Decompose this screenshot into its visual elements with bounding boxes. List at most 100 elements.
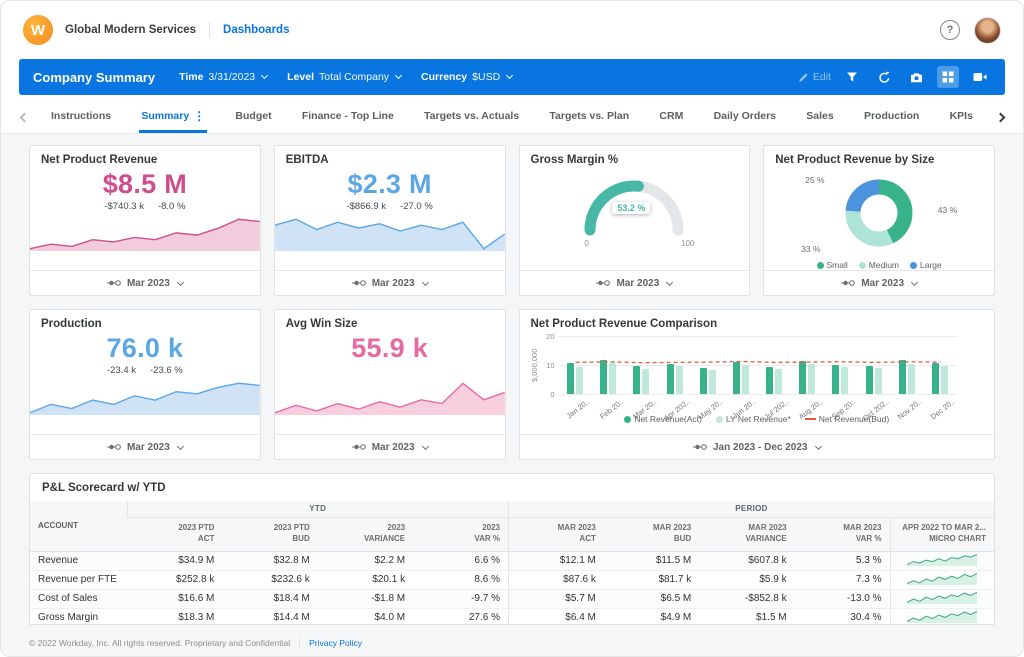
- metric-delta: -$866.9 k -27.0 %: [275, 201, 505, 214]
- value-cell: 6.6 %: [413, 551, 508, 570]
- copyright-text: © 2022 Workday, Inc. All rights reserved…: [29, 638, 290, 648]
- micro-chart-cell: [890, 570, 994, 589]
- refresh-button[interactable]: [873, 66, 895, 88]
- level-filter[interactable]: Level Total Company: [287, 71, 401, 83]
- tabs-scroll-left-button[interactable]: [13, 101, 35, 133]
- card-title: Net Product Revenue: [30, 146, 260, 166]
- period-selector[interactable]: Jan 2023 - Dec 2023: [520, 434, 995, 459]
- tab-targets-vs-plan[interactable]: Targets vs. Plan: [547, 101, 631, 133]
- time-filter[interactable]: Time 3/31/2023: [179, 71, 267, 83]
- snapshot-button[interactable]: [905, 66, 927, 88]
- period-label: Mar 2023: [127, 278, 170, 289]
- tab-targets-vs-actuals[interactable]: Targets vs. Actuals: [422, 101, 521, 133]
- video-camera-icon: [973, 72, 987, 82]
- tab-production[interactable]: Production: [862, 101, 921, 133]
- value-cell: $5.9 k: [699, 570, 794, 589]
- avatar[interactable]: [974, 17, 1001, 44]
- value-cell: $34.9 M: [127, 551, 222, 570]
- y-tick-label: 0: [550, 390, 554, 399]
- tab-budget[interactable]: Budget: [233, 101, 273, 133]
- page-title: Company Summary: [33, 70, 155, 85]
- legend-dot-icon: [624, 416, 631, 423]
- legend-item-small: Small: [817, 260, 848, 270]
- tab-crm[interactable]: CRM: [657, 101, 685, 133]
- tab-label: Targets vs. Actuals: [424, 110, 519, 122]
- period-selector[interactable]: Mar 2023: [30, 270, 260, 295]
- trend-sparkline: [30, 381, 260, 415]
- period-selector[interactable]: Mar 2023: [764, 270, 994, 295]
- account-cell: Revenue: [30, 551, 127, 570]
- grid-view-button[interactable]: [937, 66, 959, 88]
- column-header: MAR 2023VAR %: [795, 517, 890, 551]
- tab-sales[interactable]: Sales: [804, 101, 835, 133]
- dashboard-content: Net Product Revenue $8.5 M -$740.3 k -8.…: [1, 134, 1023, 633]
- value-cell: $14.4 M: [222, 608, 317, 625]
- tab-label: Targets vs. Plan: [549, 110, 629, 122]
- delta-percent: -8.0 %: [158, 201, 185, 214]
- help-icon[interactable]: ?: [940, 20, 960, 40]
- value-cell: 7.3 %: [795, 570, 890, 589]
- donut-legend: Small Medium Large: [764, 260, 994, 270]
- period-selector[interactable]: Mar 2023: [520, 270, 750, 295]
- tab-menu-icon[interactable]: ⋮: [193, 110, 205, 122]
- dashboard-tabbar: Instructions Summary ⋮ Budget Finance - Top …: [1, 101, 1023, 134]
- gauge-max-label: 100: [681, 239, 694, 248]
- divider: [209, 22, 210, 38]
- workday-logo-icon[interactable]: W: [23, 15, 53, 45]
- tab-list: Instructions Summary ⋮ Budget Finance - Top …: [35, 101, 989, 133]
- card-title: Net Product Revenue Comparison: [520, 310, 995, 330]
- currency-filter[interactable]: Currency $USD: [421, 71, 512, 83]
- legend-item: Net Revenue(Bud): [805, 414, 889, 424]
- cards-row-2: Production 76.0 k -23.4 k -23.6 % Mar 20…: [29, 309, 995, 460]
- value-cell: -9.7 %: [413, 589, 508, 608]
- value-cell: -$852.8 k: [699, 589, 794, 608]
- card-net-product-revenue: Net Product Revenue $8.5 M -$740.3 k -8.…: [29, 145, 261, 296]
- delta-value: -$866.9 k: [346, 201, 386, 214]
- delta-value: -23.4 k: [107, 365, 136, 378]
- privacy-policy-link[interactable]: Privacy Policy: [309, 638, 362, 648]
- gauge-value: 53.2 %: [612, 202, 650, 214]
- present-button[interactable]: [969, 66, 991, 88]
- sparkline-chart: [30, 217, 260, 251]
- chevron-down-icon: [261, 72, 268, 79]
- sparkline-chart: [30, 381, 260, 415]
- legend-dot-icon: [817, 262, 824, 269]
- dashboards-link[interactable]: Dashboards: [223, 24, 289, 36]
- legend-item-large: Large: [910, 260, 942, 270]
- period-selector[interactable]: Mar 2023: [275, 434, 505, 459]
- tab-label: Summary: [141, 110, 189, 122]
- tab-instructions[interactable]: Instructions: [49, 101, 113, 133]
- column-header: 2023 PTDACT: [127, 517, 222, 551]
- column-header: APR 2022 TO MAR 2...MICRO CHART: [890, 517, 994, 551]
- tab-summary[interactable]: Summary ⋮: [139, 101, 207, 133]
- time-label: Time: [179, 71, 203, 83]
- value-cell: $18.4 M: [222, 589, 317, 608]
- card-net-product-revenue-comparison: Net Product Revenue Comparison $,000,000…: [519, 309, 996, 460]
- micro-chart: [907, 610, 977, 623]
- filter-button[interactable]: [841, 66, 863, 88]
- gauge-chart: 53.2 % 0 100: [568, 170, 700, 248]
- tabs-scroll-right-button[interactable]: [989, 101, 1011, 133]
- value-cell: 27.6 %: [413, 608, 508, 625]
- edit-button[interactable]: Edit: [798, 66, 831, 88]
- period-label: Mar 2023: [861, 278, 904, 289]
- period-selector[interactable]: Mar 2023: [30, 434, 260, 459]
- chevron-down-icon: [177, 278, 184, 285]
- metric-delta: [275, 365, 505, 378]
- dashboard-toolbar: Company Summary Time 3/31/2023 Level Tot…: [19, 59, 1005, 95]
- value-cell: $5.7 M: [509, 589, 604, 608]
- tab-kpis[interactable]: KPIs: [948, 101, 975, 133]
- tab-daily-orders[interactable]: Daily Orders: [712, 101, 778, 133]
- value-cell: 5.3 %: [795, 551, 890, 570]
- micro-chart: [907, 572, 977, 585]
- legend-dot-icon: [716, 416, 723, 423]
- refresh-icon: [878, 71, 891, 84]
- account-cell: Revenue per FTE: [30, 570, 127, 589]
- group-header-ytd: YTD: [127, 501, 509, 517]
- tab-finance-top-line[interactable]: Finance - Top Line: [300, 101, 396, 133]
- chart-legend: Net Revenue(Act)LY Net Revenue*Net Reven…: [520, 414, 995, 424]
- period-selector[interactable]: Mar 2023: [275, 270, 505, 295]
- micro-chart: [907, 591, 977, 604]
- timeline-icon: [352, 279, 366, 287]
- table-row: Gross Margin$18.3 M$14.4 M$4.0 M27.6 %$6…: [30, 608, 994, 625]
